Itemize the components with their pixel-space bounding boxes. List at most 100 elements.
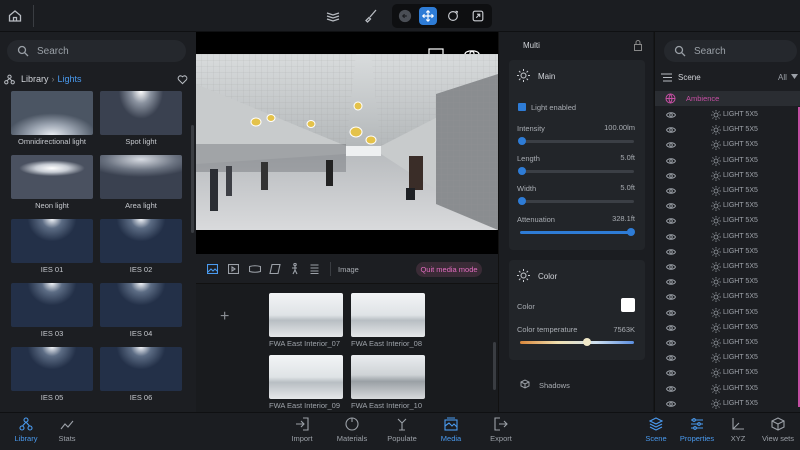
visibility-eye-icon[interactable] (666, 263, 676, 271)
visibility-eye-icon[interactable] (666, 400, 676, 408)
visibility-eye-icon[interactable] (666, 172, 676, 180)
scene-search-input[interactable]: Search (664, 40, 797, 62)
nav-stats[interactable]: Stats (42, 417, 92, 449)
visibility-eye-icon[interactable] (666, 141, 676, 149)
visibility-eye-icon[interactable] (666, 157, 676, 165)
light-thumbnail[interactable] (11, 91, 93, 135)
scene-light-row[interactable]: LIGHT 5X5 (655, 382, 800, 397)
nav-import[interactable]: Import (277, 417, 327, 449)
length-slider[interactable] (520, 170, 634, 173)
scene-light-row[interactable]: LIGHT 5X5 (655, 321, 800, 336)
scene-light-row[interactable]: LIGHT 5X5 (655, 290, 800, 305)
light-thumbnail[interactable] (11, 219, 93, 263)
scene-light-row[interactable]: LIGHT 5X5 (655, 397, 800, 412)
scene-light-row[interactable]: LIGHT 5X5 (655, 214, 800, 229)
scene-light-row[interactable]: LIGHT 5X5 (655, 138, 800, 153)
media-thumbnail[interactable] (269, 293, 343, 337)
length-knob[interactable] (518, 167, 526, 175)
media-scrollbar[interactable] (493, 342, 496, 390)
color-swatch[interactable] (621, 298, 635, 312)
scale-icon[interactable] (469, 7, 487, 25)
visibility-eye-icon[interactable] (666, 217, 676, 225)
scene-light-row[interactable]: LIGHT 5X5 (655, 245, 800, 260)
heart-icon[interactable] (177, 74, 188, 85)
visibility-eye-icon[interactable] (666, 293, 676, 301)
vr-mode-icon[interactable] (269, 264, 281, 274)
scene-light-row[interactable]: LIGHT 5X5 (655, 123, 800, 138)
width-slider[interactable] (520, 200, 634, 203)
scene-light-row[interactable]: LIGHT 5X5 (655, 154, 800, 169)
scene-filter-dropdown[interactable]: All (778, 73, 787, 82)
visibility-eye-icon[interactable] (666, 354, 676, 362)
visibility-eye-icon[interactable] (666, 233, 676, 241)
library-search-input[interactable]: Search (7, 40, 186, 62)
scene-light-row[interactable]: LIGHT 5X5 (655, 108, 800, 123)
light-thumbnail[interactable] (11, 347, 93, 391)
visibility-eye-icon[interactable] (666, 339, 676, 347)
image-mode-icon[interactable] (207, 264, 218, 274)
width-knob[interactable] (518, 197, 526, 205)
visibility-eye-icon[interactable] (666, 187, 676, 195)
panorama-mode-icon[interactable] (249, 265, 261, 273)
move-icon[interactable] (419, 7, 437, 25)
rotate-icon[interactable] (444, 7, 462, 25)
light-thumbnail[interactable] (11, 155, 93, 199)
quit-media-mode-button[interactable]: Quit media mode (416, 262, 482, 277)
ambience-group-row[interactable]: Ambience (655, 91, 800, 106)
breadcrumb-lights[interactable]: Lights (58, 74, 82, 84)
media-thumbnail[interactable] (351, 293, 425, 337)
scene-light-row[interactable]: LIGHT 5X5 (655, 366, 800, 381)
chevron-down-icon[interactable] (791, 74, 798, 80)
scene-light-row[interactable]: LIGHT 5X5 (655, 351, 800, 366)
shadows-label[interactable]: Shadows (539, 381, 570, 390)
media-thumbnail[interactable] (351, 355, 425, 399)
visibility-eye-icon[interactable] (666, 385, 676, 393)
nav-export[interactable]: Export (476, 417, 526, 449)
intensity-slider[interactable] (520, 140, 634, 143)
scene-light-row[interactable]: LIGHT 5X5 (655, 230, 800, 245)
breadcrumb-library[interactable]: Library (21, 74, 49, 84)
light-enabled-checkbox[interactable] (518, 103, 526, 111)
nav-populate[interactable]: Populate (377, 417, 427, 449)
scene-light-row[interactable]: LIGHT 5X5 (655, 260, 800, 275)
visibility-eye-icon[interactable] (666, 309, 676, 317)
library-scrollbar[interactable] (191, 125, 194, 233)
nav-materials[interactable]: Materials (327, 417, 377, 449)
layers-icon[interactable] (324, 7, 342, 25)
attenuation-knob[interactable] (627, 228, 635, 236)
intensity-knob[interactable] (518, 137, 526, 145)
visibility-eye-icon[interactable] (666, 278, 676, 286)
brush-icon[interactable] (362, 7, 380, 25)
media-thumbnail[interactable] (269, 355, 343, 399)
color-temperature-slider[interactable] (520, 341, 634, 344)
scene-light-row[interactable]: LIGHT 5X5 (655, 336, 800, 351)
scene-light-row[interactable]: LIGHT 5X5 (655, 275, 800, 290)
scene-light-row[interactable]: LIGHT 5X5 (655, 169, 800, 184)
undo-icon[interactable] (396, 7, 414, 25)
color-temperature-knob[interactable] (583, 338, 591, 346)
walkthrough-mode-icon[interactable] (290, 263, 299, 275)
light-thumbnail[interactable] (100, 91, 182, 135)
scene-light-row[interactable]: LIGHT 5X5 (655, 306, 800, 321)
add-media-icon[interactable]: + (220, 308, 229, 326)
visibility-eye-icon[interactable] (666, 369, 676, 377)
light-thumbnail[interactable] (100, 283, 182, 327)
attenuation-slider[interactable] (520, 231, 634, 234)
scene-light-row[interactable]: LIGHT 5X5 (655, 199, 800, 214)
nav-view-sets[interactable]: View sets (753, 417, 800, 449)
batch-mode-icon[interactable] (310, 264, 319, 274)
visibility-eye-icon[interactable] (666, 126, 676, 134)
scene-light-row[interactable]: LIGHT 5X5 (655, 184, 800, 199)
light-thumbnail[interactable] (100, 155, 182, 199)
visibility-eye-icon[interactable] (666, 202, 676, 210)
visibility-eye-icon[interactable] (666, 111, 676, 119)
nav-media[interactable]: Media (426, 417, 476, 449)
render-viewport[interactable] (196, 32, 498, 254)
light-thumbnail[interactable] (11, 283, 93, 327)
visibility-eye-icon[interactable] (666, 248, 676, 256)
light-thumbnail[interactable] (100, 219, 182, 263)
lock-icon[interactable] (634, 40, 642, 51)
home-icon[interactable] (6, 7, 24, 25)
video-mode-icon[interactable] (228, 264, 239, 274)
light-thumbnail[interactable] (100, 347, 182, 391)
